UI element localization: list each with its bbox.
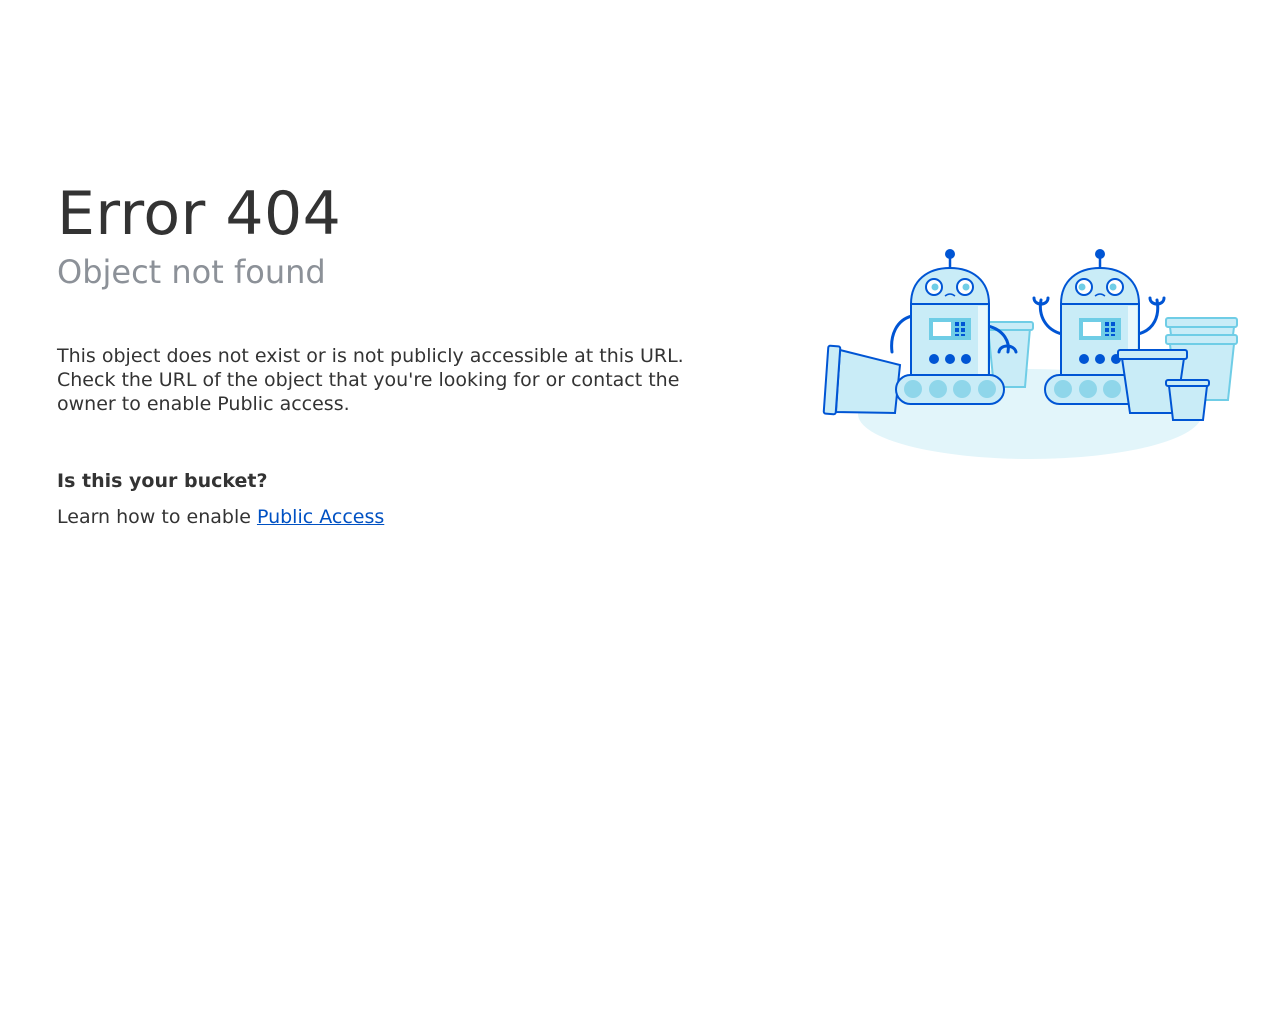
error-title: Error 404 <box>57 179 342 249</box>
learn-line: Learn how to enable Public Access <box>57 504 757 530</box>
small-bucket-icon <box>1165 379 1210 421</box>
error-content: Error 404 Object not found This object d… <box>57 178 757 530</box>
bucket-question: Is this your bucket? <box>57 470 268 492</box>
learn-prefix: Learn how to enable <box>57 506 257 528</box>
error-subtitle: Object not found <box>57 253 326 291</box>
tipped-bucket-icon <box>822 344 902 416</box>
robots-with-buckets-illustration <box>822 249 1238 459</box>
public-access-link[interactable]: Public Access <box>257 506 384 528</box>
error-description: This object does not exist or is not pub… <box>57 345 684 415</box>
